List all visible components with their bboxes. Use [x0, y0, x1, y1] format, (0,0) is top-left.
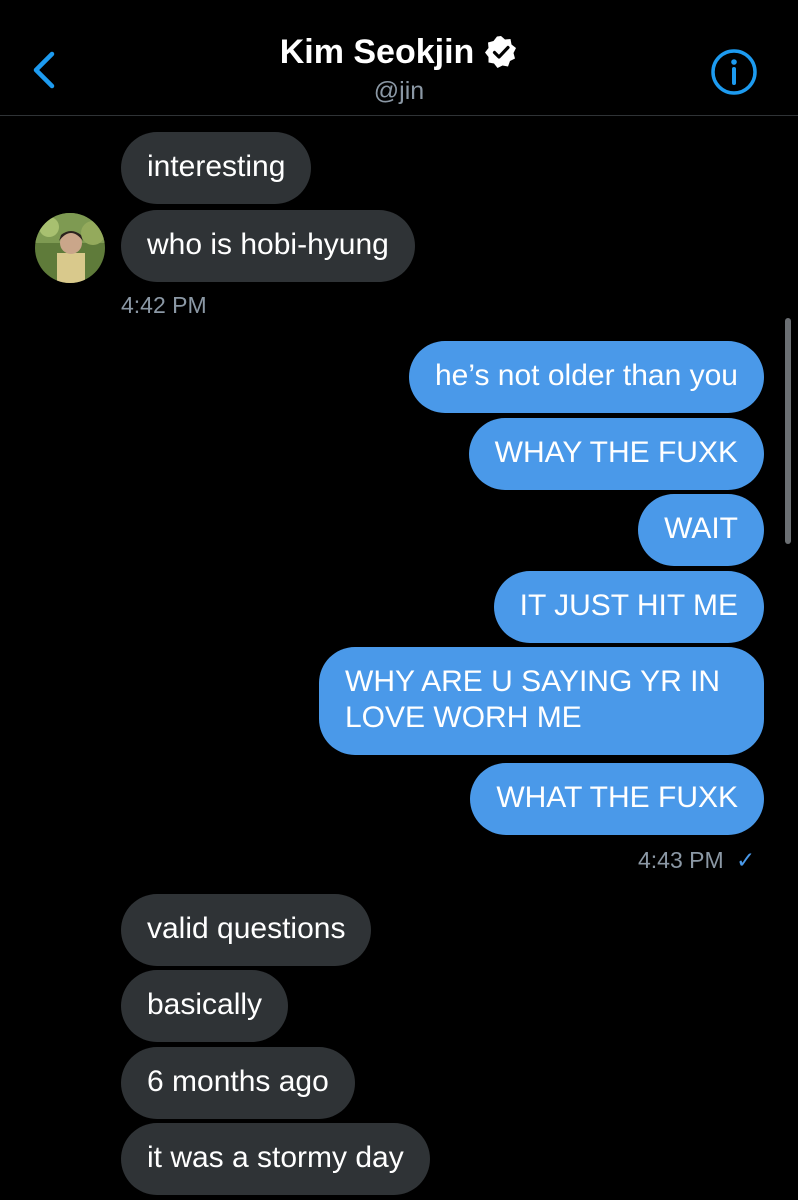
- message-text: interesting: [147, 150, 286, 183]
- verified-badge-icon: [485, 36, 517, 68]
- message-text: WHAY THE FUXK: [494, 436, 738, 469]
- outgoing-message-bubble[interactable]: WAIT: [638, 494, 764, 566]
- outgoing-message-bubble[interactable]: WHY ARE U SAYING YR IN LOVE WORH ME: [319, 647, 764, 755]
- message-text: he’s not older than you: [434, 359, 738, 392]
- contact-handle: @jin: [373, 77, 425, 105]
- message-text: basically: [147, 988, 263, 1021]
- message-text: WHY ARE U SAYING YR IN LOVE WORH ME: [345, 665, 721, 734]
- outgoing-message-bubble[interactable]: WHAT THE FUXK: [470, 763, 764, 835]
- message-text: 6 months ago: [147, 1065, 329, 1098]
- message-text: valid questions: [147, 912, 346, 945]
- timestamp-text: 4:43 PM: [638, 847, 724, 873]
- conversation-header: Kim Seokjin @jin: [0, 0, 798, 116]
- message-timestamp: 4:43 PM ✓: [638, 846, 755, 874]
- message-timestamp: 4:42 PM: [121, 292, 207, 318]
- message-text: WAIT: [664, 512, 738, 545]
- contact-avatar[interactable]: [35, 213, 105, 283]
- header-title-area[interactable]: Kim Seokjin @jin: [0, 30, 798, 106]
- scrollbar[interactable]: [785, 318, 791, 544]
- incoming-message-bubble[interactable]: valid questions: [121, 894, 372, 966]
- sent-check-icon: ✓: [736, 847, 756, 873]
- outgoing-message-bubble[interactable]: he’s not older than you: [408, 341, 764, 413]
- outgoing-message-bubble[interactable]: WHAY THE FUXK: [468, 418, 764, 490]
- avatar-photo: [35, 213, 105, 283]
- message-text: it was a stormy day: [147, 1141, 404, 1174]
- dm-conversation-screen: Kim Seokjin @jin interesting who is hobi…: [0, 0, 798, 1200]
- message-text: IT JUST HIT ME: [519, 589, 738, 622]
- incoming-message-bubble[interactable]: basically: [121, 970, 289, 1042]
- incoming-message-bubble[interactable]: interesting: [121, 132, 312, 204]
- incoming-message-bubble[interactable]: it was a stormy day: [121, 1123, 430, 1195]
- info-icon: [711, 49, 757, 95]
- incoming-message-bubble[interactable]: 6 months ago: [121, 1047, 355, 1119]
- outgoing-message-bubble[interactable]: IT JUST HIT ME: [493, 571, 764, 643]
- contact-name: Kim Seokjin: [279, 33, 475, 71]
- info-button[interactable]: [710, 48, 758, 96]
- incoming-message-bubble[interactable]: who is hobi-hyung: [121, 210, 415, 282]
- message-text: WHAT THE FUXK: [496, 781, 738, 814]
- message-text: who is hobi-hyung: [147, 228, 389, 261]
